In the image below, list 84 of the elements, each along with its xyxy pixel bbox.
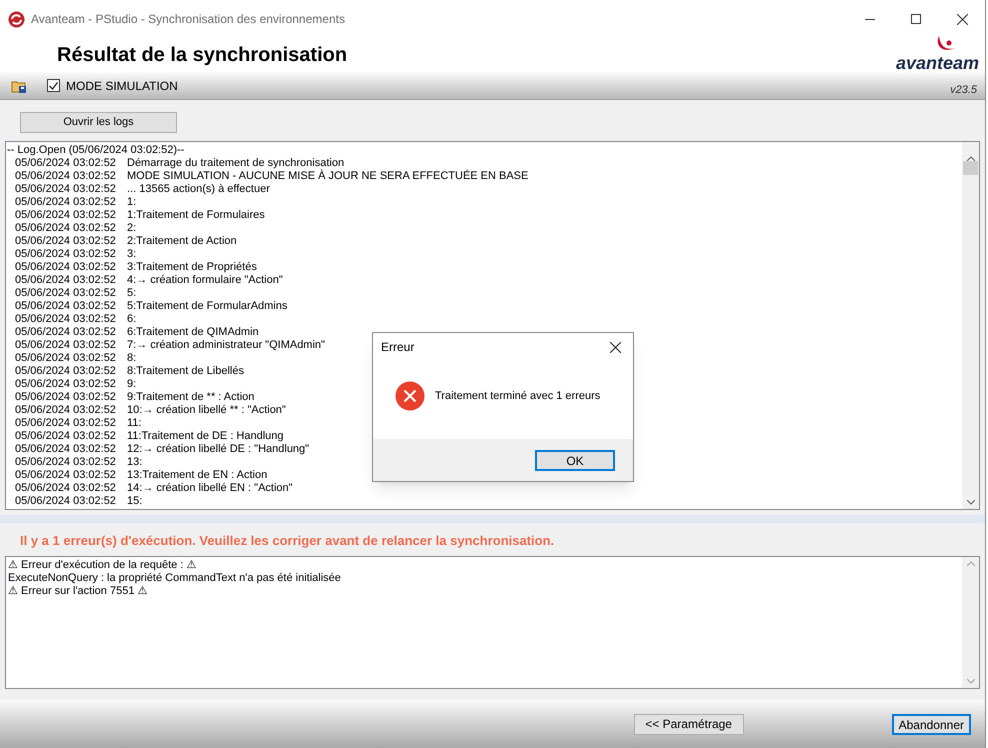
close-icon[interactable] — [610, 342, 621, 352]
log-message: 9:Traitement de ** : Action — [127, 391, 254, 404]
scrollbar-thumb[interactable] — [963, 161, 978, 175]
log-message: 2: — [127, 222, 136, 235]
scroll-up-icon[interactable] — [966, 561, 974, 566]
error-detail-line: ExecuteNonQuery : la propriété CommandText n'a pas été initialisée — [8, 572, 342, 585]
log-timestamp: 05/06/2024 03:02:52 — [15, 339, 117, 352]
scroll-down-icon[interactable] — [966, 679, 974, 684]
version-label: v23.5 — [950, 83, 977, 98]
log-message: 8:Traitement de Libellés — [127, 365, 244, 378]
log-message: 13: — [127, 456, 142, 469]
log-timestamp: 05/06/2024 03:02:52 — [15, 443, 117, 456]
brand-logo: avanteam — [896, 54, 979, 72]
scrollbar[interactable] — [962, 557, 979, 688]
log-timestamp: 05/06/2024 03:02:52 — [15, 352, 117, 365]
log-timestamp: 05/06/2024 03:02:52 — [15, 300, 117, 313]
log-message: 12:→ création libellé DE : "Handlung" — [127, 443, 310, 456]
app-logo-icon — [8, 10, 25, 28]
log-message: 8: — [127, 352, 136, 365]
error-detail-line: ⚠ Erreur d'exécution de la requête : ⚠ — [8, 559, 198, 572]
error-detail-line: ⚠ Erreur sur l'action 7551 ⚠ — [8, 585, 148, 598]
minimize-icon — [865, 18, 875, 20]
log-timestamp: 05/06/2024 03:02:52 — [15, 183, 117, 196]
log-message: 6: — [127, 313, 136, 326]
log-timestamp: 05/06/2024 03:02:52 — [15, 313, 117, 326]
log-message: 9: — [127, 378, 136, 391]
error-icon — [395, 381, 425, 411]
log-header: -- Log.Open (05/06/2024 03:02:52)-- — [7, 144, 186, 157]
log-timestamp: 05/06/2024 03:02:52 — [15, 209, 117, 222]
log-message: MODE SIMULATION - AUCUNE MISE À JOUR NE SERA EFFECTUÉE EN BASE — [127, 170, 528, 183]
dialog-message: Traitement terminé avec 1 erreurs — [435, 388, 600, 404]
log-message: 15: — [127, 495, 142, 508]
ok-button[interactable]: OK — [535, 450, 615, 470]
save-folder-icon[interactable] — [11, 78, 27, 92]
log-message: 1: — [127, 196, 136, 209]
log-message: 4:→ création formulaire "Action" — [127, 274, 283, 287]
log-message: 3:Traitement de Propriétés — [127, 261, 257, 274]
log-timestamp: 05/06/2024 03:02:52 — [15, 482, 117, 495]
log-timestamp: 05/06/2024 03:02:52 — [15, 456, 117, 469]
log-timestamp: 05/06/2024 03:02:52 — [15, 326, 117, 339]
log-timestamp: 05/06/2024 03:02:52 — [15, 261, 117, 274]
log-message: 7:→ création administrateur "QIMAdmin" — [127, 339, 325, 352]
log-timestamp: 05/06/2024 03:02:52 — [15, 274, 117, 287]
log-timestamp: 05/06/2024 03:02:52 — [15, 378, 117, 391]
scrollbar[interactable] — [962, 142, 979, 509]
log-timestamp: 05/06/2024 03:02:52 — [15, 417, 117, 430]
log-message: 3: — [127, 248, 136, 261]
log-message: 10:→ création libellé ** : "Action" — [127, 404, 286, 417]
log-timestamp: 05/06/2024 03:02:52 — [15, 235, 117, 248]
log-timestamp: 05/06/2024 03:02:52 — [15, 248, 117, 261]
error-summary: Il y a 1 erreur(s) d'exécution. Veuillez les corriger avant de relancer la synchronisation. — [20, 532, 556, 550]
scroll-down-icon[interactable] — [966, 500, 974, 505]
log-message: 1:Traitement de Formulaires — [127, 209, 265, 222]
maximize-icon — [911, 14, 921, 24]
footer-button[interactable]: Abandonner — [892, 714, 971, 734]
log-message: 5: — [127, 287, 136, 300]
log-timestamp: 05/06/2024 03:02:52 — [15, 365, 117, 378]
log-timestamp: 05/06/2024 03:02:52 — [15, 157, 117, 170]
log-timestamp: 05/06/2024 03:02:52 — [15, 170, 117, 183]
log-message: ... 13565 action(s) à effectuer — [127, 183, 270, 196]
log-message: 5:Traitement de FormularAdmins — [127, 300, 288, 313]
close-icon — [956, 14, 968, 24]
log-timestamp: 05/06/2024 03:02:52 — [15, 391, 117, 404]
log-message: 6:Traitement de QIMAdmin — [127, 326, 259, 339]
dialog-title: Erreur — [381, 339, 414, 356]
open-logs-button[interactable]: Ouvrir les logs — [20, 112, 177, 133]
log-timestamp: 05/06/2024 03:02:52 — [15, 495, 117, 508]
log-message: 11:Traitement de DE : Handlung — [127, 430, 284, 443]
page-title: Résultat de la synchronisation — [57, 43, 348, 68]
footer-button[interactable]: << Paramétrage — [634, 714, 744, 734]
log-message: 14:→ création libellé EN : "Action" — [127, 482, 293, 495]
log-message: 2:Traitement de Action — [127, 235, 237, 248]
log-message: Démarrage du traitement de synchronisation — [127, 157, 344, 170]
log-timestamp: 05/06/2024 03:02:52 — [15, 469, 117, 482]
log-timestamp: 05/06/2024 03:02:52 — [15, 222, 117, 235]
simulation-checkbox[interactable]: MODE SIMULATION — [47, 76, 178, 94]
log-message: 11: — [127, 417, 142, 430]
log-timestamp: 05/06/2024 03:02:52 — [15, 430, 117, 443]
window-title: Avanteam - PStudio - Synchronisation des environnements — [31, 11, 345, 28]
log-timestamp: 05/06/2024 03:02:52 — [15, 287, 117, 300]
log-timestamp: 05/06/2024 03:02:52 — [15, 196, 117, 209]
log-message: 13:Traitement de EN : Action — [127, 469, 268, 482]
check-icon — [49, 82, 58, 90]
log-timestamp: 05/06/2024 03:02:52 — [15, 404, 117, 417]
